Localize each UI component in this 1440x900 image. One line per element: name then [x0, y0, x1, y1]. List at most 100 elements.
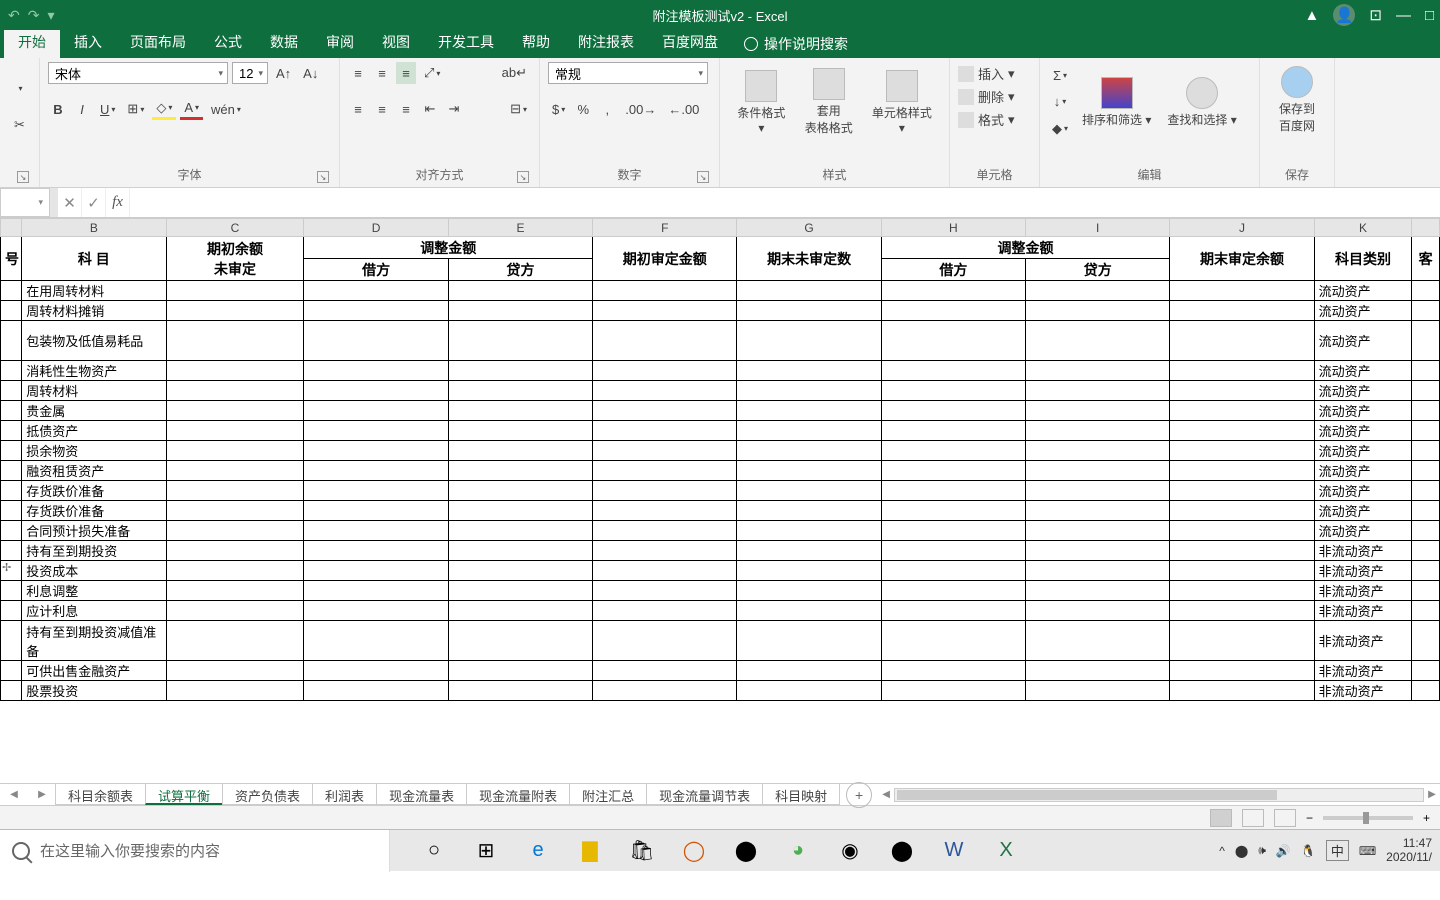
table-row[interactable]: 周转材料流动资产 [1, 381, 1440, 401]
dialog-launcher-icon[interactable]: ↘ [517, 171, 529, 183]
table-row[interactable]: 持有至到期投资减值准备非流动资产 [1, 621, 1440, 661]
insert-cells-button[interactable]: 插入 ▾ [958, 62, 1031, 85]
tab-百度网盘[interactable]: 百度网盘 [648, 26, 732, 58]
font-size-combo[interactable]: 12 [232, 62, 268, 84]
edge-icon[interactable]: e [524, 837, 552, 865]
merge-button[interactable]: ⊟ [506, 98, 531, 120]
system-clock[interactable]: 11:47 2020/11/ [1386, 837, 1432, 863]
tray-network-icon[interactable]: 🕪 [1258, 843, 1266, 858]
task-view-icon[interactable]: ⊞ [472, 837, 500, 865]
sheet-tab-附注汇总[interactable]: 附注汇总 [569, 784, 647, 805]
normal-view-button[interactable] [1210, 809, 1232, 827]
outline-expand-icon[interactable]: ✢ [2, 561, 14, 573]
tab-开始[interactable]: 开始 [4, 26, 60, 58]
wrap-text-button[interactable]: ab↵ [498, 62, 531, 84]
maximize-icon[interactable]: □ [1425, 7, 1434, 24]
save-baidu-button[interactable]: 保存到 百度网 [1268, 62, 1326, 138]
table-row[interactable]: 包装物及低值易耗品流动资产 [1, 321, 1440, 361]
tray-cloud-icon[interactable]: ⬤ [1235, 844, 1248, 858]
table-row[interactable]: 贵金属流动资产 [1, 401, 1440, 421]
chrome-icon[interactable]: ◉ [836, 837, 864, 865]
autosum-button[interactable]: Σ [1048, 64, 1072, 86]
increase-indent-button[interactable]: ⇥ [444, 98, 464, 120]
dialog-launcher-icon[interactable]: ↘ [697, 171, 709, 183]
italic-button[interactable]: I [72, 98, 92, 120]
sheet-tab-现金流量表[interactable]: 现金流量表 [376, 784, 467, 805]
word-icon[interactable]: W [940, 837, 968, 865]
number-format-combo[interactable]: 常规 [548, 62, 708, 84]
tell-me-search[interactable]: 操作说明搜索 [734, 30, 858, 58]
format-cells-button[interactable]: 格式 ▾ [958, 108, 1031, 131]
enter-formula-icon[interactable]: ✓ [82, 188, 106, 217]
fx-icon[interactable]: fx [106, 188, 130, 217]
table-row[interactable]: 投资成本非流动资产 [1, 561, 1440, 581]
app-icon-1[interactable]: ◯ [680, 837, 708, 865]
align-right-button[interactable]: ≡ [396, 98, 416, 120]
font-name-combo[interactable]: 宋体 [48, 62, 228, 84]
phonetic-button[interactable]: wén [207, 98, 245, 120]
redo-icon[interactable]: ↷ [28, 7, 40, 24]
underline-button[interactable]: U [96, 98, 119, 120]
table-row[interactable]: 在用周转材料流动资产 [1, 281, 1440, 301]
table-row[interactable]: 存货跌价准备流动资产 [1, 501, 1440, 521]
tray-qq-icon[interactable]: 🐧 [1301, 844, 1316, 858]
cut-button[interactable]: ✂ [8, 114, 31, 136]
minimize-icon[interactable]: — [1396, 7, 1411, 24]
dialog-launcher-icon[interactable]: ↘ [17, 171, 29, 183]
paste-button[interactable] [8, 62, 31, 114]
wechat-icon[interactable]: ◕ [784, 837, 812, 865]
fill-color-button[interactable]: ◇ [152, 98, 176, 120]
sheet-tab-科目映射[interactable]: 科目映射 [762, 784, 840, 805]
percent-button[interactable]: % [573, 98, 593, 120]
dialog-launcher-icon[interactable]: ↘ [317, 171, 329, 183]
fill-button[interactable]: ↓ [1048, 91, 1072, 113]
tray-keyboard-icon[interactable]: ⌨ [1359, 844, 1376, 858]
cell-styles-button[interactable]: 单元格样式 ▾ [863, 66, 941, 139]
conditional-format-button[interactable]: 条件格式 ▾ [728, 66, 795, 139]
sheet-nav-prev[interactable]: ◀ [0, 784, 28, 805]
sheet-tab-现金流量调节表[interactable]: 现金流量调节表 [646, 784, 763, 805]
tab-插入[interactable]: 插入 [60, 26, 116, 58]
sheet-tab-试算平衡[interactable]: 试算平衡 [145, 784, 223, 805]
sheet-tab-资产负债表[interactable]: 资产负债表 [222, 784, 313, 805]
border-button[interactable]: ⊞ [123, 98, 148, 120]
table-row[interactable]: 持有至到期投资非流动资产 [1, 541, 1440, 561]
tray-volume-icon[interactable]: 🔊 [1276, 844, 1291, 858]
align-top-button[interactable]: ≡ [348, 62, 368, 84]
delete-cells-button[interactable]: 删除 ▾ [958, 85, 1031, 108]
align-left-button[interactable]: ≡ [348, 98, 368, 120]
formula-bar[interactable] [130, 188, 1440, 217]
zoom-slider[interactable] [1323, 816, 1413, 820]
app-icon-2[interactable]: ⬤ [732, 837, 760, 865]
align-middle-button[interactable]: ≡ [372, 62, 392, 84]
tab-公式[interactable]: 公式 [200, 26, 256, 58]
table-row[interactable]: 损余物资流动资产 [1, 441, 1440, 461]
worksheet-grid[interactable]: BCDEFGHIJK 号 科 目 期初余额 未审定 调整金额 期初审定金额 期末… [0, 218, 1440, 783]
table-row[interactable]: 存货跌价准备流动资产 [1, 481, 1440, 501]
cancel-formula-icon[interactable]: ✕ [58, 188, 82, 217]
comma-button[interactable]: , [597, 98, 617, 120]
add-sheet-button[interactable]: + [846, 782, 872, 808]
table-row[interactable]: 融资租赁资产流动资产 [1, 461, 1440, 481]
tab-页面布局[interactable]: 页面布局 [116, 26, 200, 58]
page-break-view-button[interactable] [1274, 809, 1296, 827]
name-box[interactable] [0, 188, 50, 217]
account-avatar[interactable]: 👤 [1333, 4, 1355, 26]
page-layout-view-button[interactable] [1242, 809, 1264, 827]
orientation-button[interactable]: ⤢ [420, 62, 444, 84]
find-select-button[interactable]: 查找和选择 ▾ [1161, 62, 1242, 142]
qat-more-icon[interactable]: ▾ [47, 7, 54, 24]
table-row[interactable]: 可供出售金融资产非流动资产 [1, 661, 1440, 681]
zoom-in-button[interactable]: + [1423, 811, 1430, 825]
undo-icon[interactable]: ↶ [8, 7, 20, 24]
increase-decimal-button[interactable]: .00→ [621, 98, 660, 120]
sheet-tab-现金流量附表[interactable]: 现金流量附表 [466, 784, 570, 805]
table-row[interactable]: 周转材料摊销流动资产 [1, 301, 1440, 321]
warning-icon[interactable]: ▲ [1305, 7, 1320, 24]
tab-视图[interactable]: 视图 [368, 26, 424, 58]
align-center-button[interactable]: ≡ [372, 98, 392, 120]
tab-数据[interactable]: 数据 [256, 26, 312, 58]
clear-button[interactable]: ◆ [1048, 118, 1072, 140]
format-as-table-button[interactable]: 套用 表格格式 [799, 64, 859, 140]
tab-附注报表[interactable]: 附注报表 [564, 26, 648, 58]
